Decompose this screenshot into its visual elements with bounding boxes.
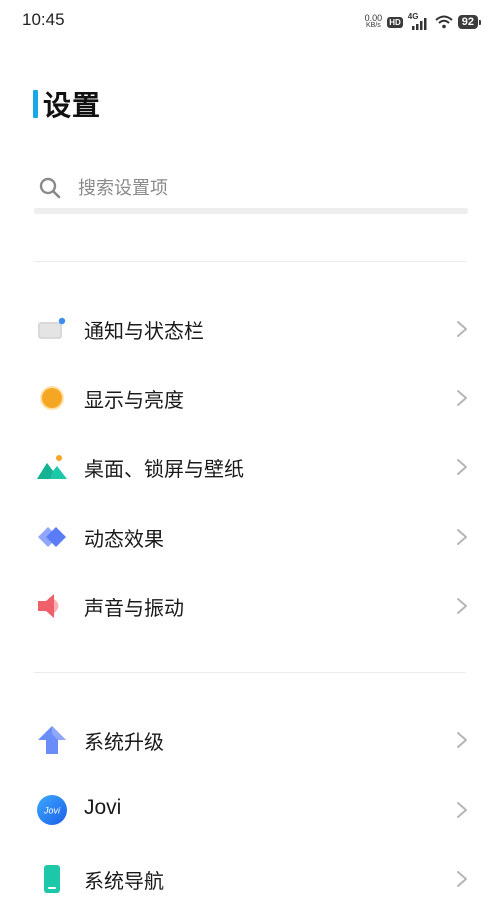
search-underline	[34, 208, 468, 214]
network-speed: 0.00 KB/s	[365, 14, 383, 30]
system-upgrade-icon	[38, 726, 66, 754]
search-bar[interactable]	[34, 166, 468, 216]
settings-item-notifications[interactable]: 通知与状态栏	[0, 299, 500, 359]
notification-status-bar-icon	[38, 317, 66, 339]
chevron-right-icon	[457, 732, 467, 748]
page-header: 设置	[33, 84, 101, 124]
title-accent-bar	[33, 90, 38, 118]
status-bar: 10:45 0.00 KB/s HD 4G 92	[0, 0, 500, 44]
hd-badge: HD	[387, 16, 403, 28]
settings-item-label: 动态效果	[84, 527, 164, 551]
wallpaper-icon	[37, 455, 67, 479]
chevron-right-icon	[457, 390, 467, 406]
settings-item-jovi[interactable]: Jovi Jovi	[0, 780, 500, 840]
settings-item-label: 通知与状态栏	[84, 319, 204, 343]
settings-item-label: 系统升级	[84, 730, 164, 754]
settings-item-system-upgrade[interactable]: 系统升级	[0, 710, 500, 770]
sound-vibration-icon	[38, 594, 59, 618]
settings-item-wallpaper[interactable]: 桌面、锁屏与壁纸	[0, 437, 500, 497]
network-speed-unit: KB/s	[366, 22, 381, 29]
chevron-right-icon	[457, 321, 467, 337]
settings-item-dynamic-effects[interactable]: 动态效果	[0, 507, 500, 567]
settings-item-label: Jovi	[84, 796, 122, 819]
search-input[interactable]	[78, 173, 458, 203]
settings-item-label: 系统导航	[84, 869, 164, 893]
settings-item-label: 桌面、锁屏与壁纸	[84, 457, 244, 481]
cellular-signal-icon: 4G	[408, 12, 430, 31]
display-brightness-icon	[40, 386, 64, 410]
chevron-right-icon	[457, 459, 467, 475]
search-icon	[39, 177, 61, 199]
chevron-right-icon	[457, 529, 467, 545]
chevron-right-icon	[457, 598, 467, 614]
settings-item-label: 显示与亮度	[84, 388, 184, 412]
status-time: 10:45	[22, 10, 65, 29]
jovi-icon: Jovi	[37, 795, 67, 825]
settings-item-sound[interactable]: 声音与振动	[0, 576, 500, 636]
network-speed-value: 0.00	[364, 13, 383, 23]
settings-item-label: 声音与振动	[84, 596, 184, 620]
settings-item-system-navigation[interactable]: 系统导航	[0, 849, 500, 909]
section-divider	[34, 672, 466, 673]
battery-level: 92	[457, 15, 482, 29]
chevron-right-icon	[457, 871, 467, 887]
settings-item-display[interactable]: 显示与亮度	[0, 368, 500, 428]
status-icons: 0.00 KB/s HD 4G 92	[365, 12, 482, 32]
chevron-right-icon	[457, 802, 467, 818]
jovi-badge-text: Jovi	[43, 806, 61, 816]
dynamic-effects-icon	[38, 527, 66, 547]
section-divider	[34, 261, 466, 262]
system-navigation-icon	[44, 865, 60, 893]
wifi-icon	[435, 15, 453, 29]
page-title: 设置	[43, 89, 102, 122]
